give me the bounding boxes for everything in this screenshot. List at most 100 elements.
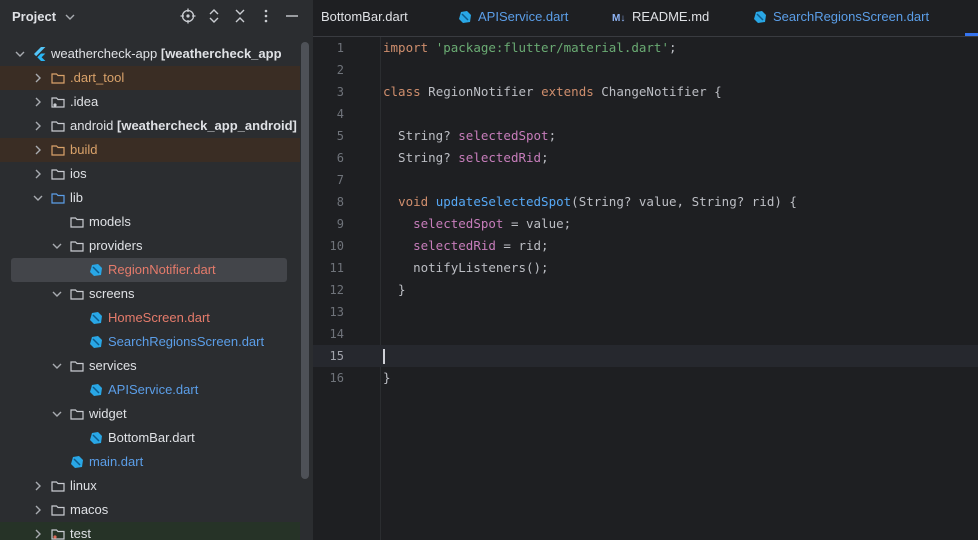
tree-item-label: RegionNotifier.dart [108,262,216,277]
panel-title[interactable]: Project [12,9,56,24]
folder-icon [51,145,65,156]
folder-icon [70,361,84,372]
chevron-right-icon[interactable] [32,528,44,540]
code-line[interactable]: 5 String? selectedSpot; [313,125,978,147]
code-line[interactable]: 16} [313,367,978,389]
code-line[interactable]: 4 [313,103,978,125]
code-text: String? selectedRid; [383,147,549,169]
tree-item-screens[interactable]: screens [0,282,300,306]
tree-item-region-notifier[interactable]: RegionNotifier.dart [11,258,287,282]
tree-item-linux[interactable]: linux [0,474,300,498]
line-number[interactable]: 4 [313,103,344,125]
locate-icon[interactable] [180,8,196,24]
code-token: = value; [503,216,572,231]
code-line[interactable]: 11 notifyListeners(); [313,257,978,279]
chevron-right-icon[interactable] [32,480,44,492]
chevron-right-icon[interactable] [32,144,44,156]
tab-bottom-bar[interactable]: BottomBar.dart [321,0,408,36]
chevron-right-icon[interactable] [32,72,44,84]
line-number[interactable]: 10 [313,235,344,257]
tree-item-main[interactable]: main.dart [0,450,300,474]
line-number[interactable]: 1 [313,37,344,59]
tab-search-regions-screen[interactable]: SearchRegionsScreen.dart [753,0,929,36]
chevron-down-icon[interactable] [51,408,63,420]
tree-item-bottom-bar[interactable]: BottomBar.dart [0,426,300,450]
code-line[interactable]: 12 } [313,279,978,301]
tree-item-label: SearchRegionsScreen.dart [108,334,265,349]
code-token: import [383,40,429,55]
line-number[interactable]: 13 [313,301,344,323]
more-options-icon[interactable] [258,8,274,24]
tab-api-service[interactable]: APIService.dart [458,0,568,36]
line-number[interactable]: 7 [313,169,344,191]
code-line[interactable]: 13 [313,301,978,323]
chevron-right-icon[interactable] [32,168,44,180]
code-token: 'package:flutter/material.dart' [435,40,669,55]
code-line[interactable]: 15 [313,345,978,367]
tree-item-build[interactable]: build [0,138,300,162]
tree-item-home-screen[interactable]: HomeScreen.dart [0,306,300,330]
dart-icon [90,264,102,276]
code-token: void [398,194,429,209]
chevron-down-icon[interactable] [32,192,44,204]
tab-label: BottomBar.dart [321,9,408,24]
code-line[interactable]: 6 String? selectedRid; [313,147,978,169]
tree-item-lib[interactable]: lib [0,186,300,210]
code-line[interactable]: 10 selectedRid = rid; [313,235,978,257]
line-number[interactable]: 6 [313,147,344,169]
line-number[interactable]: 3 [313,81,344,103]
chevron-right-icon[interactable] [32,120,44,132]
code-token: = rid; [495,238,549,253]
tree-item-services[interactable]: services [0,354,300,378]
code-token: extends [541,84,594,99]
line-number[interactable]: 5 [313,125,344,147]
code-token: updateSelectedSpot [435,194,572,209]
code-line[interactable]: 9 selectedSpot = value; [313,213,978,235]
tree-item-providers[interactable]: providers [0,234,300,258]
code-line[interactable]: 3 class RegionNotifier extends ChangeNoti… [313,81,978,103]
tree-item-dart-tool[interactable]: .dart_tool [0,66,300,90]
collapse-all-icon[interactable] [232,8,248,24]
tree-item-widget[interactable]: widget [0,402,300,426]
chevron-down-icon[interactable] [51,240,63,252]
tree-item-label: HomeScreen.dart [108,310,210,325]
tree-item-label: build [70,142,98,157]
tree-item-models[interactable]: models [0,210,300,234]
tab-readme[interactable]: M↓ README.md [612,0,709,36]
tree-item-label: ios [70,166,87,181]
code-line[interactable]: 14 [313,323,978,345]
code-line[interactable]: 2 [313,59,978,81]
minimize-icon[interactable] [284,8,300,24]
tree-item-ios[interactable]: ios [0,162,300,186]
folder-icon [51,481,65,492]
tree-item-idea[interactable]: .idea [0,90,300,114]
tree-item-label: linux [70,478,97,493]
code-line[interactable]: 7 [313,169,978,191]
line-number[interactable]: 16 [313,367,344,389]
tree-scrollbar[interactable] [301,42,309,479]
tree-item-api-service[interactable]: APIService.dart [0,378,300,402]
code-text: notifyListeners(); [383,257,548,279]
line-number[interactable]: 9 [313,213,344,235]
chevron-down-icon[interactable] [14,48,26,60]
line-number[interactable]: 15 [313,345,344,367]
code-editor[interactable]: 1 import 'package:flutter/material.dart';… [313,37,978,540]
line-number[interactable]: 12 [313,279,344,301]
tree-item-weathercheck-app[interactable]: weathercheck-app [weathercheck_app [0,42,300,66]
tree-item-android[interactable]: android [weathercheck_app_android] [0,114,300,138]
code-line[interactable]: 1 import 'package:flutter/material.dart'; [313,37,978,59]
chevron-down-icon[interactable] [65,12,75,22]
line-number[interactable]: 11 [313,257,344,279]
chevron-down-icon[interactable] [51,288,63,300]
line-number[interactable]: 2 [313,59,344,81]
tree-item-macos[interactable]: macos [0,498,300,522]
line-number[interactable]: 14 [313,323,344,345]
line-number[interactable]: 8 [313,191,344,213]
code-line[interactable]: 8 void updateSelectedSpot(String? value,… [313,191,978,213]
tree-item-search-regions-screen[interactable]: SearchRegionsScreen.dart [0,330,300,354]
chevron-down-icon[interactable] [51,360,63,372]
chevron-right-icon[interactable] [32,96,44,108]
tree-item-test[interactable]: test [0,522,300,540]
expand-all-icon[interactable] [206,8,222,24]
chevron-right-icon[interactable] [32,504,44,516]
